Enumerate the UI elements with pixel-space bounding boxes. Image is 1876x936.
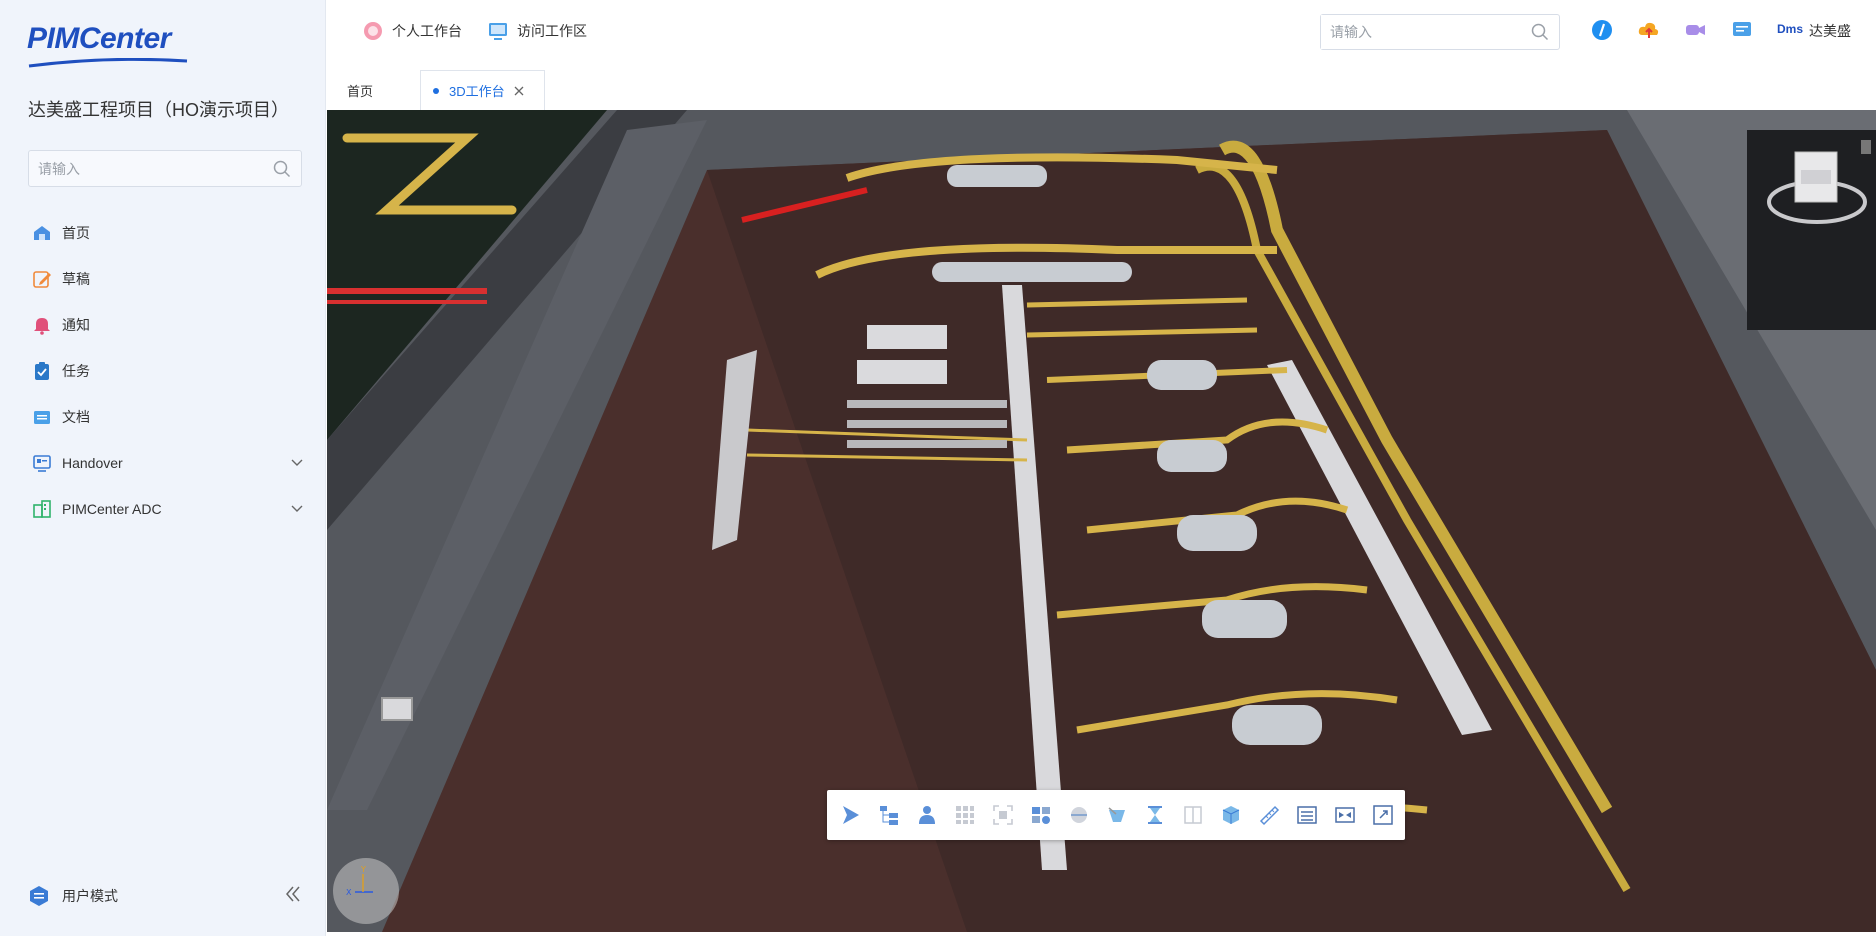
- sidebar-item-notifications[interactable]: 通知: [28, 302, 304, 348]
- section-button[interactable]: [1063, 799, 1095, 831]
- monitor-icon: [489, 23, 507, 40]
- list-icon: [1297, 806, 1317, 824]
- user-mode-button[interactable]: 用户模式: [28, 885, 118, 907]
- tab-home[interactable]: 首页: [347, 70, 373, 110]
- clipboard-icon: [35, 362, 49, 380]
- axis-x-label: X: [346, 888, 352, 897]
- nav-label: 访问工作区: [517, 23, 587, 39]
- measure-button[interactable]: [1253, 799, 1285, 831]
- axis-icon: X Y: [346, 865, 373, 897]
- nav-personal-workbench[interactable]: 个人工作台: [362, 20, 462, 42]
- active-dot: [433, 87, 439, 94]
- sidebar-item-label: 文档: [62, 409, 90, 425]
- sidebar: PIMCenter 达美盛工程项目（HO演示项目） 首页: [0, 0, 326, 936]
- nav-label: 个人工作台: [392, 23, 462, 39]
- compare-button[interactable]: [1329, 799, 1361, 831]
- properties-button[interactable]: [1025, 799, 1057, 831]
- video-icon[interactable]: [1683, 18, 1707, 42]
- split-icon: [1184, 806, 1202, 824]
- focus-button[interactable]: [987, 799, 1019, 831]
- double-chevron-left-icon[interactable]: [284, 885, 302, 903]
- chevron-down-icon[interactable]: [290, 502, 304, 516]
- axis-y-label: Y: [360, 865, 366, 874]
- fullscreen-button[interactable]: [1367, 799, 1399, 831]
- tab-3d-workbench[interactable]: 3D工作台: [420, 70, 545, 110]
- cube-icon: [1222, 806, 1240, 824]
- cube-button[interactable]: [1215, 799, 1247, 831]
- sidebar-search-input[interactable]: [29, 151, 249, 186]
- top-header: 个人工作台 访问工作区 请输入 Dms 达美盛: [327, 0, 1876, 62]
- select-tool-button[interactable]: [835, 799, 867, 831]
- tab-bar: 首页 3D工作台: [327, 70, 1876, 110]
- sidebar-search: [28, 150, 302, 187]
- focus-icon: [993, 805, 1013, 825]
- project-title: 达美盛工程项目（HO演示项目）: [28, 100, 289, 120]
- sidebar-item-documents[interactable]: 文档: [28, 394, 304, 440]
- message-icon[interactable]: [1730, 18, 1754, 42]
- model-tree-icon: [880, 806, 898, 825]
- axis-compass[interactable]: X Y: [333, 858, 399, 924]
- sidebar-item-pimcenter-adc[interactable]: PIMCenter ADC: [28, 486, 304, 532]
- model-tree-button[interactable]: [873, 799, 905, 831]
- sidebar-item-label: 草稿: [62, 271, 90, 287]
- view-cube[interactable]: [1763, 140, 1871, 230]
- measure-icon: [1259, 805, 1280, 826]
- sidebar-item-label: PIMCenter ADC: [62, 501, 162, 517]
- tab-label: 首页: [347, 83, 374, 99]
- grid-icon: [956, 806, 974, 824]
- user-mode-icon: [30, 886, 48, 906]
- handover-icon: [33, 455, 51, 472]
- sidebar-menu: 首页 草稿 通知 任务 文档 Handover PIMCenter ADC: [28, 210, 304, 532]
- sidebar-item-label: 首页: [62, 225, 90, 241]
- grid-button[interactable]: [949, 799, 981, 831]
- logo-swoosh-icon: [28, 58, 188, 68]
- hourglass-button[interactable]: [1139, 799, 1171, 831]
- user-view-button[interactable]: [911, 799, 943, 831]
- list-button[interactable]: [1291, 799, 1323, 831]
- 3d-viewport[interactable]: X Y: [327, 110, 1876, 932]
- edit-icon: [33, 271, 51, 288]
- cloud-upload-icon[interactable]: [1637, 18, 1661, 42]
- sidebar-item-home[interactable]: 首页: [28, 210, 304, 256]
- dms-logo: Dms: [1777, 22, 1804, 36]
- user-view-icon: [919, 806, 935, 824]
- search-icon[interactable]: [273, 160, 291, 178]
- sidebar-item-label: 通知: [62, 317, 90, 333]
- section-icon: [1071, 807, 1087, 823]
- select-icon: [843, 806, 859, 824]
- hourglass-icon: [1148, 806, 1162, 824]
- search-icon[interactable]: [1531, 23, 1549, 41]
- sidebar-item-drafts[interactable]: 草稿: [28, 256, 304, 302]
- properties-icon: [1032, 807, 1050, 824]
- building-icon: [33, 500, 51, 518]
- logo[interactable]: PIMCenter: [27, 22, 192, 68]
- fullscreen-icon: [1373, 805, 1393, 825]
- close-icon[interactable]: [513, 85, 525, 97]
- header-search: [1320, 14, 1560, 50]
- clip-icon: [1108, 807, 1125, 822]
- personal-workbench-icon: [364, 22, 382, 40]
- logo-text: PIMCenter: [27, 22, 171, 55]
- sidebar-item-label: 任务: [62, 363, 90, 379]
- bell-icon: [34, 318, 50, 335]
- username[interactable]: 达美盛: [1809, 21, 1851, 41]
- sidebar-item-label: Handover: [62, 455, 123, 471]
- home-icon: [34, 226, 50, 240]
- folder-icon: [34, 411, 50, 424]
- sidebar-item-tasks[interactable]: 任务: [28, 348, 304, 394]
- sidebar-item-handover[interactable]: Handover: [28, 440, 304, 486]
- tab-label: 3D工作台: [449, 84, 505, 99]
- split-button[interactable]: [1177, 799, 1209, 831]
- app-root: PIMCenter 达美盛工程项目（HO演示项目） 首页: [0, 0, 1876, 936]
- chevron-down-icon[interactable]: [290, 456, 304, 470]
- user-mode-label: 用户模式: [62, 888, 118, 904]
- compass-icon[interactable]: [1590, 18, 1614, 42]
- nav-visit-workspace[interactable]: 访问工作区: [487, 20, 587, 42]
- compare-icon: [1335, 807, 1355, 823]
- header-search-input[interactable]: [1321, 15, 1511, 49]
- viewer-toolbar: [827, 790, 1405, 840]
- clip-button[interactable]: [1101, 799, 1133, 831]
